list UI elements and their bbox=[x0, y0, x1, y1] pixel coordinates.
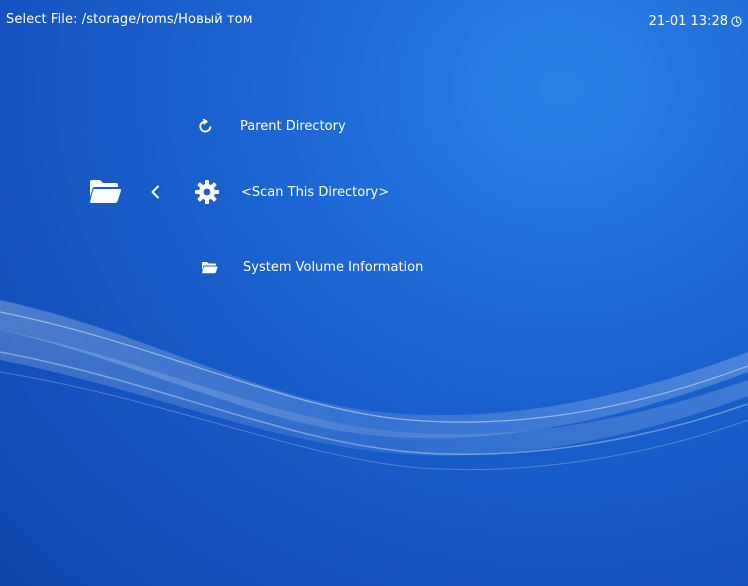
page-title: Select File: /storage/roms/Новый том bbox=[6, 12, 253, 27]
list-item-system-volume-information[interactable]: System Volume Information bbox=[201, 259, 423, 276]
list-item-label: <Scan This Directory> bbox=[241, 184, 390, 200]
list-item-scan-directory[interactable]: <Scan This Directory> bbox=[193, 178, 389, 206]
folder-open-icon[interactable] bbox=[88, 178, 122, 208]
refresh-icon bbox=[197, 118, 213, 134]
clock-time: 21-01 13:28 bbox=[648, 14, 728, 29]
list-item-label: System Volume Information bbox=[243, 260, 424, 275]
list-item-parent-directory[interactable]: Parent Directory bbox=[197, 118, 346, 134]
list-item-label: Parent Directory bbox=[240, 118, 346, 134]
clock: 21-01 13:28 bbox=[649, 14, 742, 29]
chevron-left-icon[interactable] bbox=[150, 184, 160, 203]
folder-icon bbox=[201, 259, 218, 276]
gear-icon bbox=[193, 178, 221, 206]
background-waves bbox=[0, 300, 748, 470]
clock-icon bbox=[731, 16, 742, 27]
